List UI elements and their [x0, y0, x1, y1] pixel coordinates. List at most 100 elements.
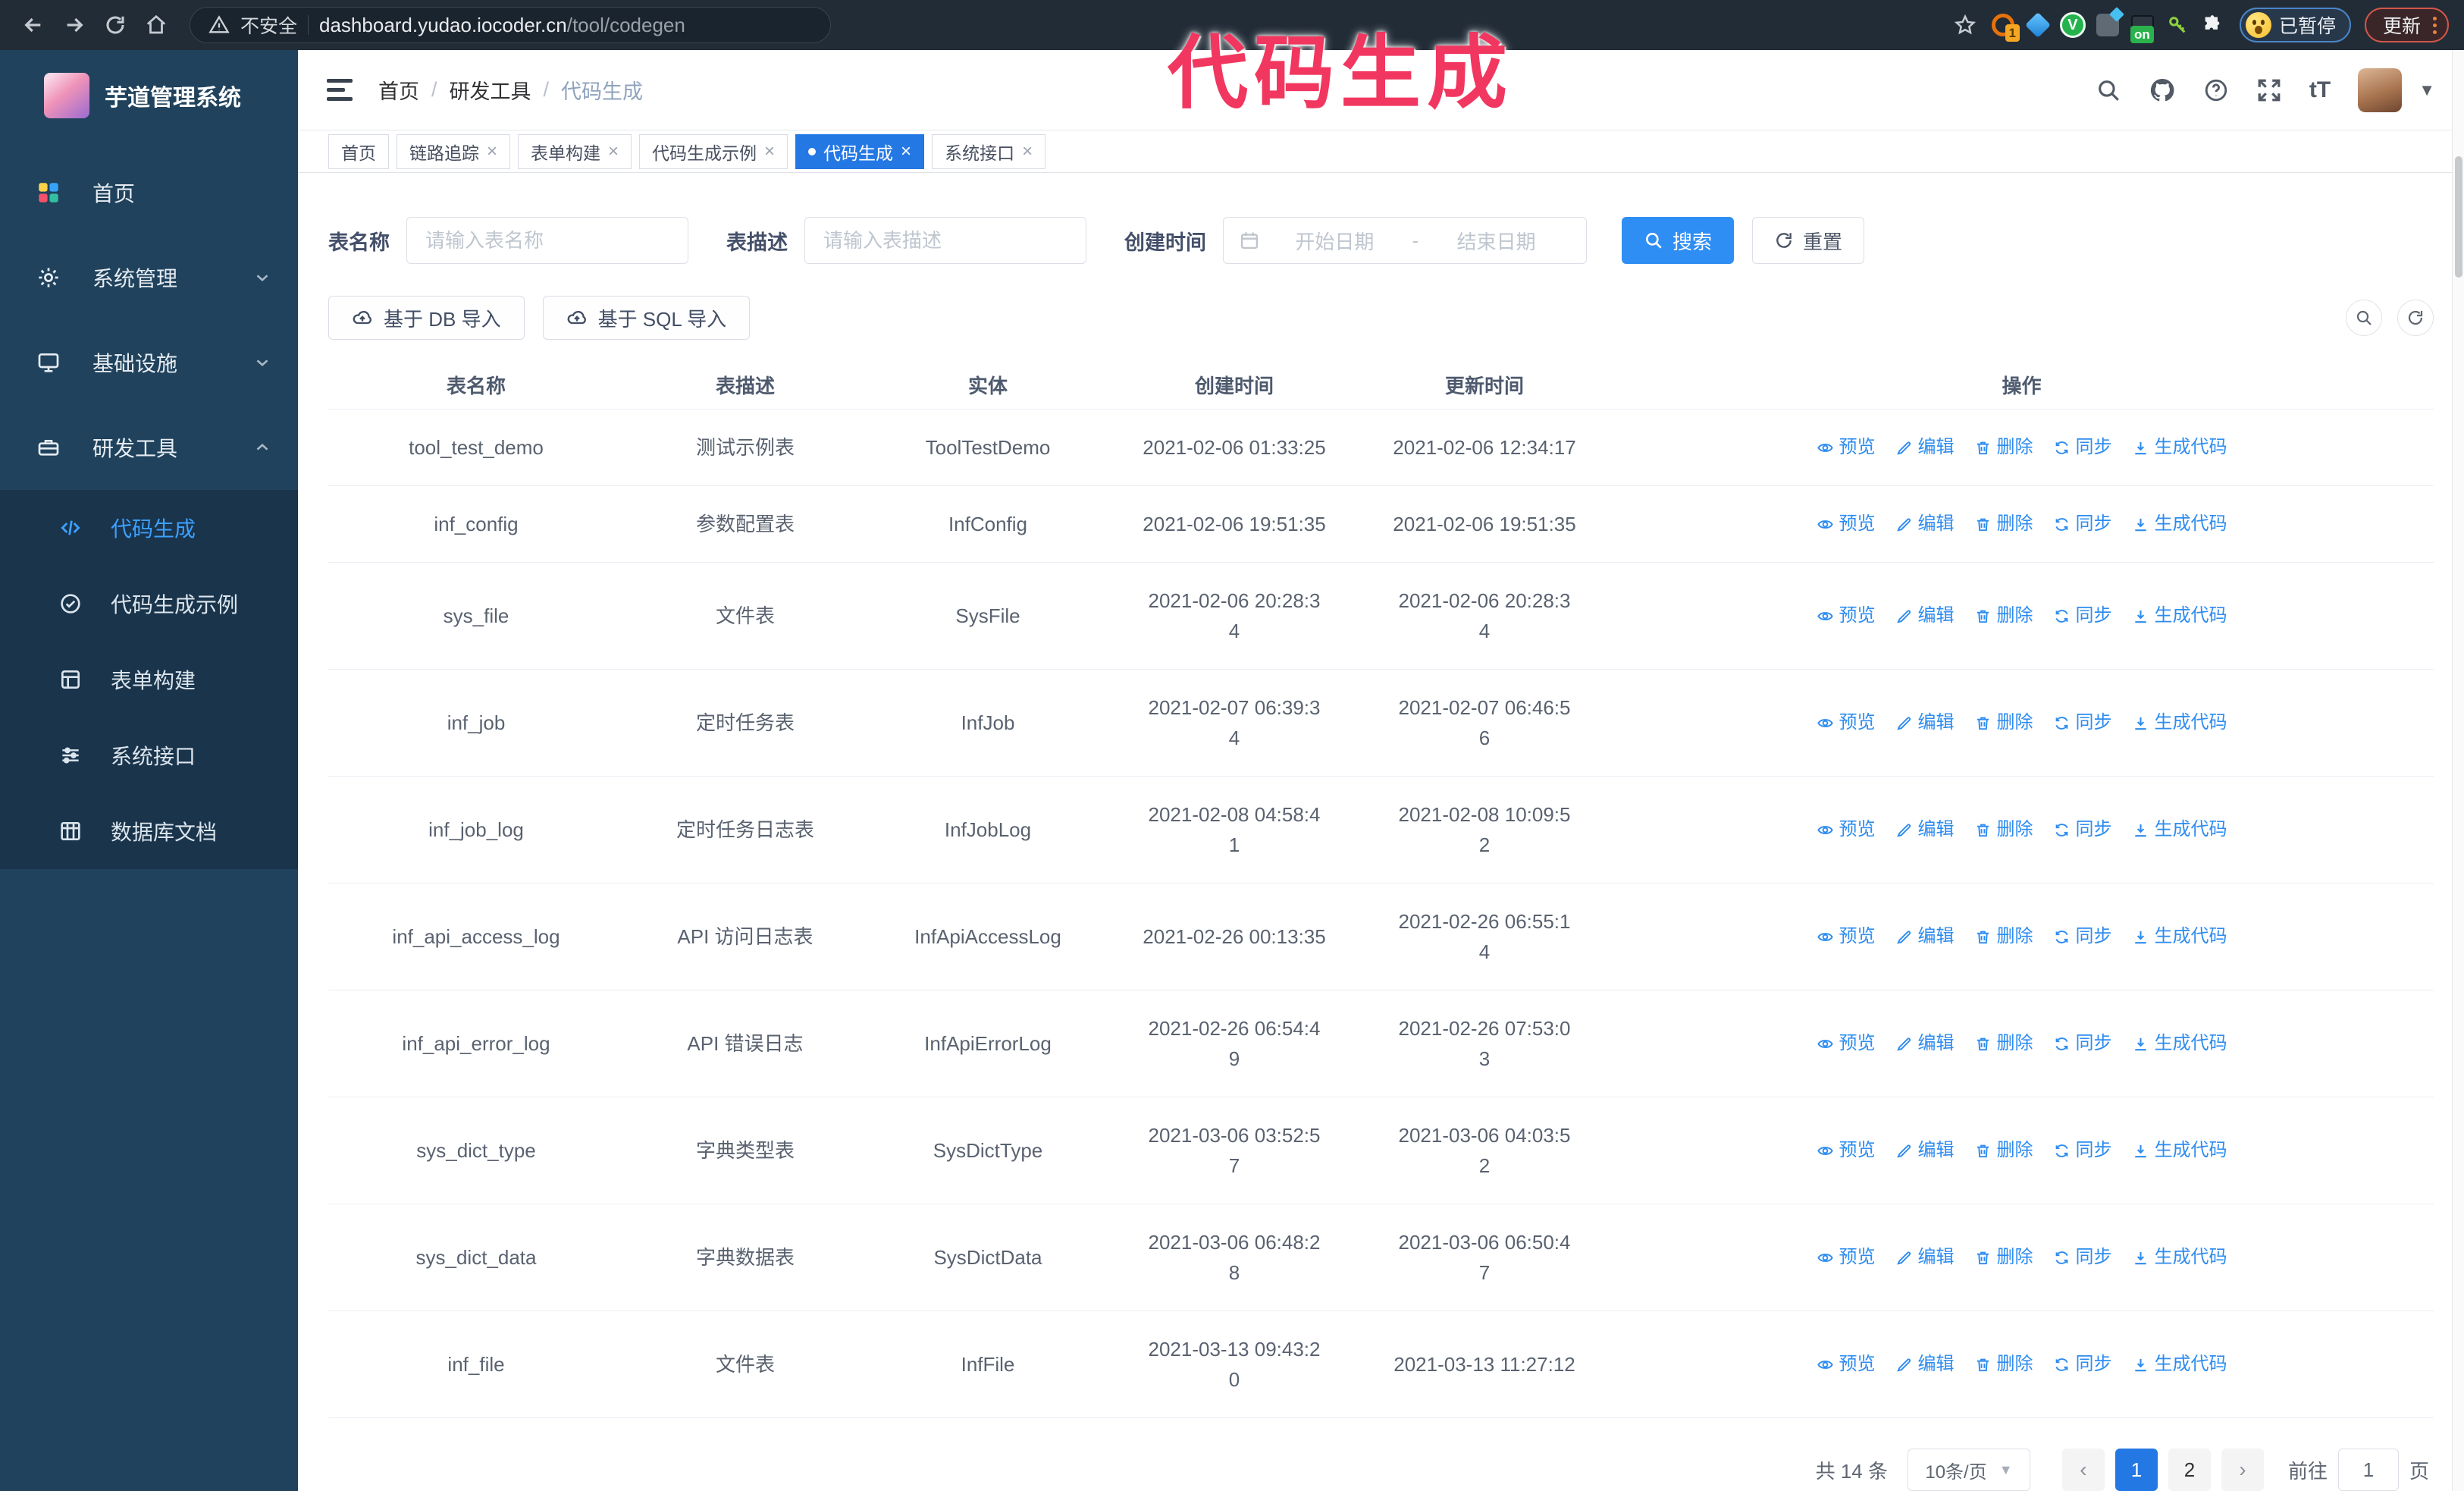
row-action-3[interactable]: 同步	[2053, 708, 2112, 738]
user-avatar[interactable]	[2358, 67, 2403, 112]
help-icon[interactable]	[2203, 77, 2229, 103]
extension-key-icon[interactable]	[2162, 10, 2193, 40]
row-action-3[interactable]: 同步	[2053, 1028, 2112, 1059]
extension-gem-icon[interactable]	[2023, 10, 2053, 40]
prev-page-button[interactable]: ‹	[2061, 1449, 2105, 1491]
row-action-2[interactable]: 删除	[1974, 921, 2033, 952]
row-action-4[interactable]: 生成代码	[2132, 432, 2227, 463]
row-action-2[interactable]: 删除	[1974, 1349, 2033, 1380]
tab-close-icon[interactable]: ×	[487, 142, 497, 161]
row-action-2[interactable]: 删除	[1974, 432, 2033, 463]
row-action-4[interactable]: 生成代码	[2132, 921, 2227, 952]
row-action-1[interactable]: 编辑	[1895, 708, 1955, 738]
sidebar-subitem-3[interactable]: 系统接口	[0, 717, 298, 793]
row-action-4[interactable]: 生成代码	[2132, 509, 2227, 539]
toggle-search-button[interactable]	[2346, 300, 2382, 336]
tab-close-icon[interactable]: ×	[608, 142, 619, 161]
row-action-4[interactable]: 生成代码	[2132, 1135, 2227, 1166]
scrollbar-thumb[interactable]	[2455, 156, 2462, 278]
fullscreen-icon[interactable]	[2256, 77, 2282, 103]
row-action-4[interactable]: 生成代码	[2132, 1028, 2227, 1059]
browser-update-button[interactable]: 更新	[2364, 8, 2449, 42]
row-action-2[interactable]: 删除	[1974, 708, 2033, 738]
bookmark-star-icon[interactable]	[1947, 7, 1983, 43]
row-action-1[interactable]: 编辑	[1895, 921, 1955, 952]
row-action-1[interactable]: 编辑	[1895, 1028, 1955, 1059]
tab-0[interactable]: 首页	[328, 133, 389, 169]
sidebar-item-0[interactable]: 首页	[0, 150, 298, 235]
browser-home-icon[interactable]	[138, 7, 174, 43]
row-action-0[interactable]: 预览	[1817, 509, 1876, 539]
search-button[interactable]: 搜索	[1622, 217, 1735, 264]
row-action-4[interactable]: 生成代码	[2132, 1349, 2227, 1380]
sidebar-item-2[interactable]: 基础设施	[0, 320, 298, 405]
row-action-4[interactable]: 生成代码	[2132, 815, 2227, 845]
tab-2[interactable]: 表单构建 ×	[518, 133, 632, 169]
extension-card-icon[interactable]	[2093, 10, 2123, 40]
row-action-3[interactable]: 同步	[2053, 815, 2112, 845]
user-caret-down-icon[interactable]: ▼	[2419, 80, 2435, 100]
row-action-1[interactable]: 编辑	[1895, 601, 1955, 631]
extensions-puzzle-icon[interactable]	[2197, 10, 2227, 40]
import-db-button[interactable]: 基于 DB 导入	[328, 296, 525, 340]
table-desc-input[interactable]	[804, 217, 1086, 264]
row-action-1[interactable]: 编辑	[1895, 509, 1955, 539]
not-secure-warning-icon[interactable]	[208, 14, 230, 36]
end-date-placeholder[interactable]: 结束日期	[1422, 227, 1571, 255]
sidebar-subitem-4[interactable]: 数据库文档	[0, 793, 298, 869]
row-action-0[interactable]: 预览	[1817, 708, 1876, 738]
tab-5[interactable]: 系统接口 ×	[932, 133, 1046, 169]
github-icon[interactable]	[2149, 77, 2176, 104]
browser-menu-icon[interactable]	[2433, 16, 2437, 34]
tab-close-icon[interactable]: ×	[764, 142, 775, 161]
browser-profile-chip[interactable]: 已暂停	[2239, 8, 2351, 42]
row-action-2[interactable]: 删除	[1974, 601, 2033, 631]
row-action-3[interactable]: 同步	[2053, 921, 2112, 952]
reset-button[interactable]: 重置	[1752, 217, 1865, 264]
font-size-icon[interactable]: tT	[2309, 77, 2331, 103]
refresh-table-button[interactable]	[2397, 300, 2434, 336]
page-size-select[interactable]: 10条/页 ▼	[1907, 1449, 2030, 1491]
goto-page-input[interactable]	[2337, 1449, 2399, 1491]
date-range-picker[interactable]: 开始日期 - 结束日期	[1223, 217, 1587, 264]
row-action-2[interactable]: 删除	[1974, 509, 2033, 539]
start-date-placeholder[interactable]: 开始日期	[1260, 227, 1409, 255]
row-action-1[interactable]: 编辑	[1895, 1349, 1955, 1380]
breadcrumb-item-1[interactable]: 研发工具	[450, 75, 531, 105]
row-action-2[interactable]: 删除	[1974, 1135, 2033, 1166]
row-action-1[interactable]: 编辑	[1895, 1135, 1955, 1166]
page-button-1[interactable]: 1	[2114, 1449, 2158, 1491]
tab-close-icon[interactable]: ×	[1022, 142, 1033, 161]
window-scrollbar[interactable]	[2452, 50, 2464, 1491]
sidebar-subitem-1[interactable]: 代码生成示例	[0, 566, 298, 642]
row-action-0[interactable]: 预览	[1817, 432, 1876, 463]
sidebar-subitem-0[interactable]: 代码生成	[0, 490, 298, 566]
extension-switch-icon[interactable]: on	[2127, 10, 2158, 43]
row-action-3[interactable]: 同步	[2053, 1349, 2112, 1380]
breadcrumb-item-0[interactable]: 首页	[378, 75, 419, 105]
address-bar[interactable]: 不安全 dashboard.yudao.iocoder.cn/tool/code…	[190, 7, 831, 43]
row-action-0[interactable]: 预览	[1817, 815, 1876, 845]
sidebar-subitem-2[interactable]: 表单构建	[0, 642, 298, 717]
row-action-3[interactable]: 同步	[2053, 601, 2112, 631]
sidebar-item-1[interactable]: 系统管理	[0, 235, 298, 320]
browser-back-icon[interactable]	[15, 7, 52, 43]
row-action-2[interactable]: 删除	[1974, 815, 2033, 845]
table-name-input[interactable]	[406, 217, 688, 264]
extension-orange-icon[interactable]: 1	[1988, 10, 2020, 42]
row-action-4[interactable]: 生成代码	[2132, 708, 2227, 738]
tab-1[interactable]: 链路追踪 ×	[397, 133, 511, 169]
row-action-0[interactable]: 预览	[1817, 1028, 1876, 1059]
browser-reload-icon[interactable]	[97, 7, 133, 43]
row-action-0[interactable]: 预览	[1817, 1242, 1876, 1273]
row-action-1[interactable]: 编辑	[1895, 1242, 1955, 1273]
sidebar-toggle-icon[interactable]	[327, 79, 353, 102]
sidebar-logo[interactable]: 芋道管理系统	[0, 50, 298, 140]
row-action-3[interactable]: 同步	[2053, 432, 2112, 463]
row-action-4[interactable]: 生成代码	[2132, 1242, 2227, 1273]
row-action-0[interactable]: 预览	[1817, 1135, 1876, 1166]
header-search-icon[interactable]	[2096, 77, 2121, 103]
row-action-1[interactable]: 编辑	[1895, 815, 1955, 845]
row-action-0[interactable]: 预览	[1817, 1349, 1876, 1380]
browser-forward-icon[interactable]	[56, 7, 92, 43]
